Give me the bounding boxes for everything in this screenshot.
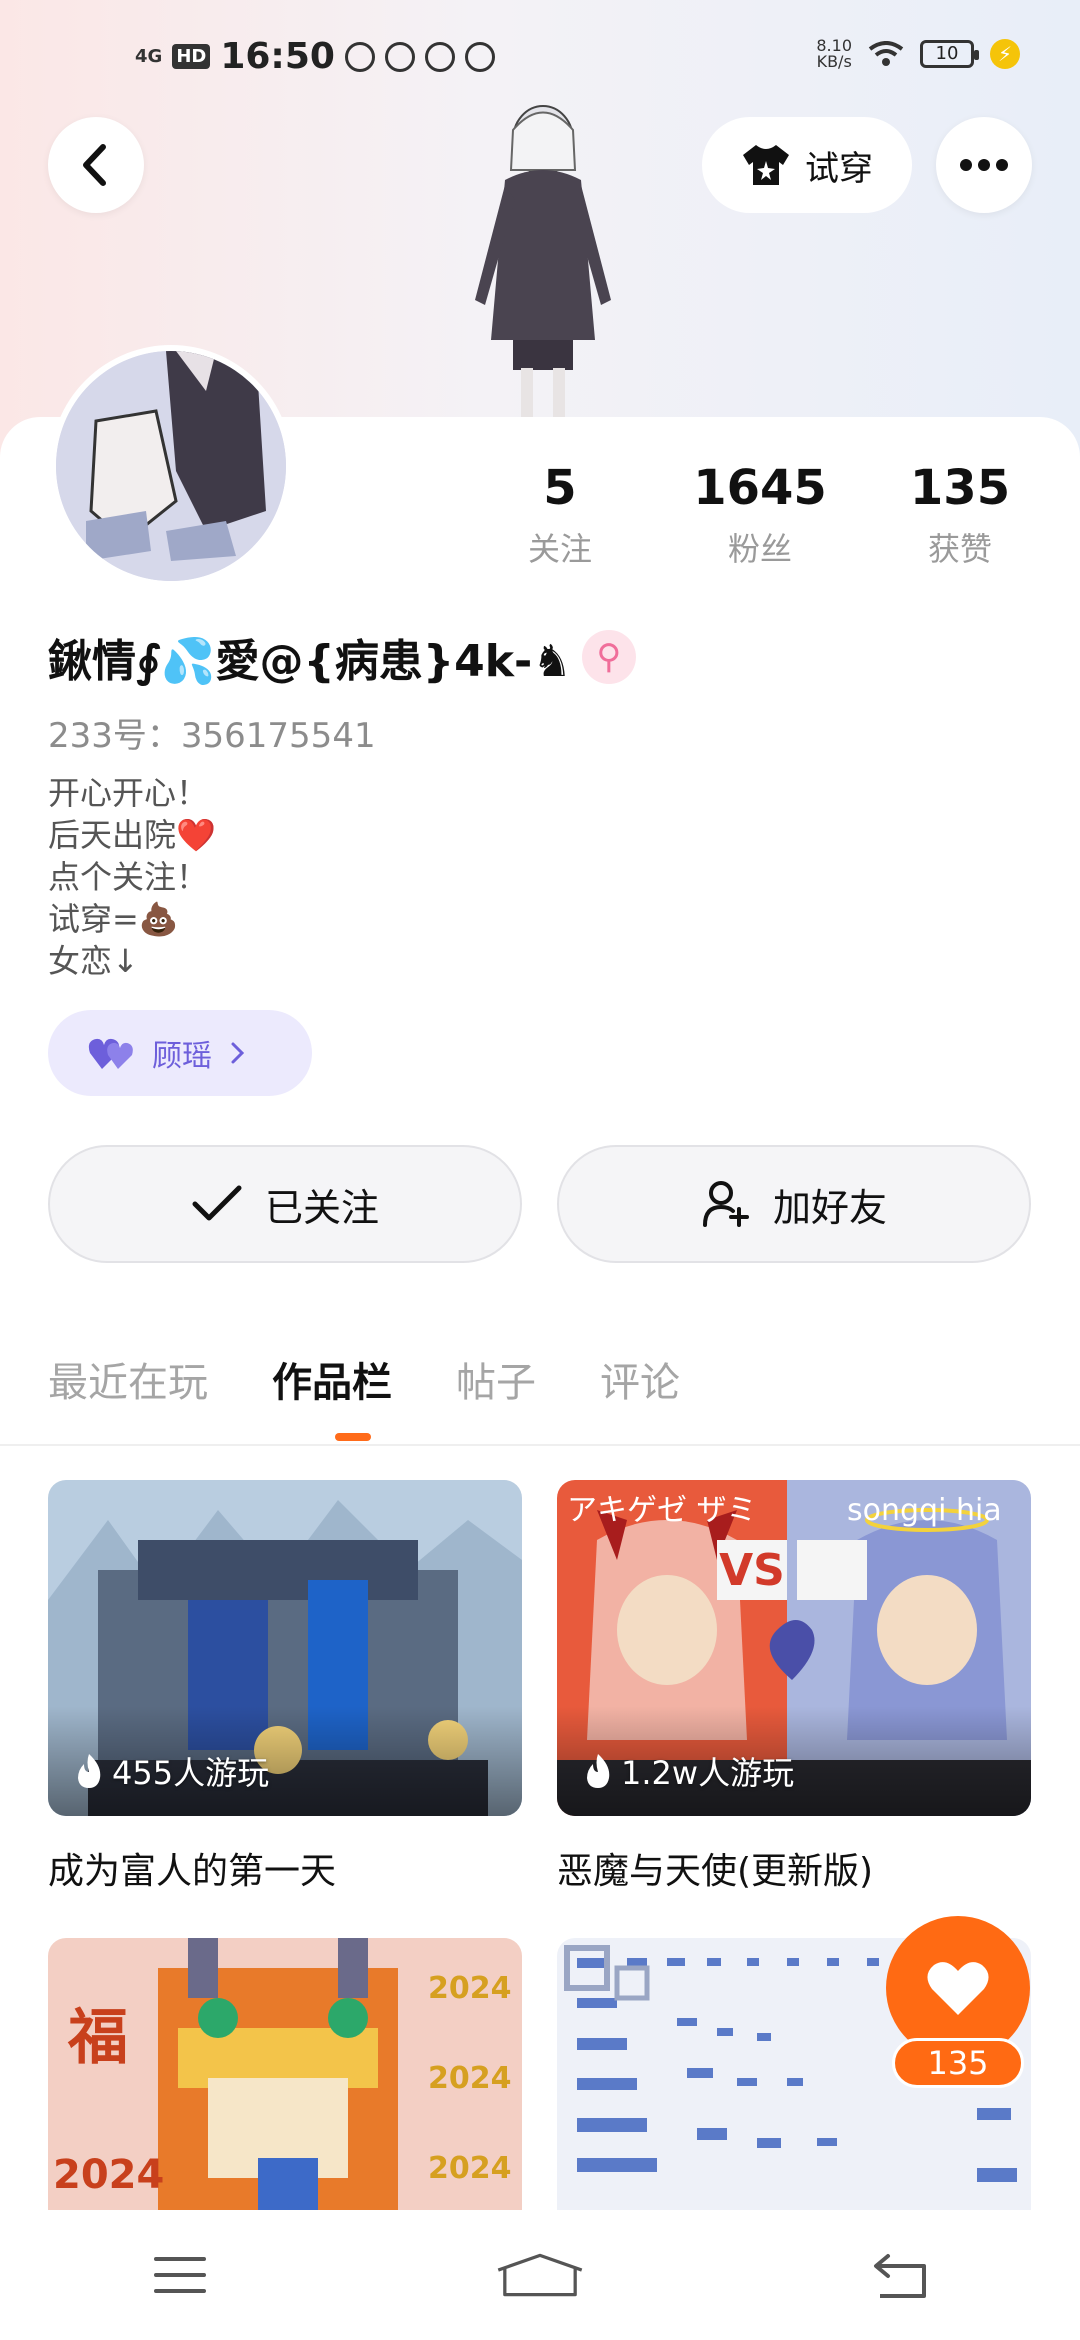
profile-tabs: 最近在玩 作品栏 帖子 评论 bbox=[48, 1350, 680, 1408]
play-count: 455人游玩 bbox=[74, 1748, 269, 1794]
divider bbox=[0, 1444, 1080, 1446]
system-navigation-bar bbox=[0, 2210, 1080, 2340]
thumbnail-text: songqi hia bbox=[847, 1493, 1002, 1528]
battery-icon: 10 bbox=[920, 40, 979, 68]
stat-likes[interactable]: 135 获赞 bbox=[880, 460, 1040, 570]
back-nav-button[interactable] bbox=[855, 2240, 945, 2310]
relationship-name: 顾瑶 bbox=[152, 1039, 212, 1074]
chevron-left-icon bbox=[83, 144, 106, 186]
nickname-row: 鍬情∮💦愛@{病患}4k-♞ ⚲ bbox=[48, 625, 636, 689]
work-thumbnail: 福 2024 2024 2024 2024 bbox=[48, 1938, 522, 2210]
stat-following[interactable]: 5 关注 bbox=[480, 460, 640, 570]
add-friend-label: 加好友 bbox=[772, 1185, 887, 1230]
stat-followers[interactable]: 1645 粉丝 bbox=[680, 460, 840, 570]
bio-line: 试穿=💩 bbox=[48, 900, 179, 938]
female-gender-icon: ⚲ bbox=[581, 630, 636, 684]
avatar-character-figure bbox=[475, 105, 611, 418]
work-card[interactable]: 福 2024 2024 2024 2024 bbox=[48, 1938, 522, 2210]
shirt-icon bbox=[743, 145, 789, 185]
charging-icon: ⚡ bbox=[990, 39, 1020, 69]
work-title: 恶魔与天使(更新版) bbox=[557, 1851, 874, 1892]
back-button[interactable] bbox=[48, 117, 144, 213]
tab-works[interactable]: 作品栏 bbox=[272, 1350, 392, 1408]
work-title: 成为富人的第一天 bbox=[48, 1851, 337, 1892]
work-image: 福 2024 2024 2024 2024 bbox=[48, 1938, 522, 2210]
thumbnail-text: 2024 bbox=[53, 2152, 164, 2198]
checkmark-icon bbox=[192, 1185, 242, 1221]
like-button[interactable]: 135 bbox=[886, 1916, 1030, 2092]
profile-stats: 5 关注 1645 粉丝 135 获赞 bbox=[480, 460, 1040, 570]
menu-button[interactable] bbox=[135, 2240, 225, 2310]
bio-line: 后天出院❤️ bbox=[48, 816, 216, 854]
heart-icon bbox=[927, 1962, 989, 2015]
network-speed: 8.10 KB/s bbox=[816, 36, 852, 71]
thumbnail-text: 福 bbox=[67, 2003, 128, 2073]
wechat-icon bbox=[384, 41, 415, 72]
phone-icon bbox=[464, 41, 495, 72]
tab-comments[interactable]: 评论 bbox=[600, 1350, 680, 1408]
active-tab-indicator bbox=[335, 1433, 371, 1441]
tab-posts[interactable]: 帖子 bbox=[456, 1350, 536, 1408]
try-on-button[interactable]: 试穿 bbox=[702, 117, 912, 213]
more-dots-icon bbox=[960, 159, 1008, 171]
thumbnail-text: 2024 bbox=[428, 1971, 512, 2006]
following-label: 已关注 bbox=[264, 1185, 379, 1230]
fire-icon bbox=[78, 1754, 101, 1788]
add-user-icon bbox=[702, 1181, 749, 1227]
avatar-image bbox=[56, 351, 286, 581]
home-icon bbox=[497, 2253, 583, 2297]
thumbnail-text: アキゲゼ ザミ bbox=[567, 1493, 757, 1528]
try-on-label: 试穿 bbox=[805, 148, 873, 189]
thumbnail-text: 2024 bbox=[428, 2151, 512, 2186]
work-thumbnail: VS アキゲゼ ザミ songqi hia 1.2w人游玩 bbox=[557, 1480, 1031, 1816]
menu-icon bbox=[154, 2257, 206, 2293]
clock: 16:50 bbox=[220, 36, 335, 77]
network-indicator: 4G bbox=[135, 45, 163, 67]
relationship-tag[interactable]: 顾瑶 bbox=[48, 1010, 312, 1096]
double-heart-icon bbox=[88, 1038, 133, 1069]
status-bar: 4G HD 16:50 8.10 KB/s 10 ⚡ bbox=[0, 30, 1080, 90]
chevron-right-icon bbox=[231, 1042, 245, 1064]
home-button[interactable] bbox=[495, 2240, 585, 2310]
bio: 开心开心！ 后天出院❤️ 点个关注！ 试穿=💩 女恋↓ bbox=[48, 772, 216, 982]
following-button[interactable]: 已关注 bbox=[48, 1145, 522, 1263]
back-arrow-icon bbox=[874, 2254, 926, 2298]
app-notification-icon bbox=[344, 41, 375, 72]
avatar[interactable] bbox=[50, 345, 292, 587]
bio-line: 开心开心！ bbox=[48, 774, 209, 812]
fire-icon bbox=[587, 1754, 610, 1788]
tab-recently-played[interactable]: 最近在玩 bbox=[48, 1350, 208, 1408]
bio-line: 点个关注！ bbox=[48, 858, 209, 896]
hd-badge: HD bbox=[172, 44, 211, 69]
thumbnail-text: 2024 bbox=[428, 2061, 512, 2096]
work-thumbnail: 455人游玩 bbox=[48, 1480, 522, 1816]
more-options-button[interactable] bbox=[936, 117, 1032, 213]
work-card[interactable]: 455人游玩 成为富人的第一天 bbox=[48, 1480, 522, 1894]
user-id: 233号：356175541 bbox=[48, 716, 376, 756]
nickname: 鍬情∮💦愛@{病患}4k-♞ bbox=[48, 636, 572, 687]
bio-line: 女恋↓ bbox=[48, 942, 139, 980]
like-count: 135 bbox=[892, 2038, 1024, 2088]
vs-letter: VS bbox=[719, 1545, 785, 1596]
work-card[interactable]: VS アキゲゼ ザミ songqi hia 1.2w人游玩 恶魔与天使(更新版) bbox=[557, 1480, 1031, 1894]
wifi-icon bbox=[868, 41, 904, 66]
add-friend-button[interactable]: 加好友 bbox=[557, 1145, 1031, 1263]
app-notification-icon bbox=[424, 41, 455, 72]
play-count: 1.2w人游玩 bbox=[583, 1748, 794, 1794]
